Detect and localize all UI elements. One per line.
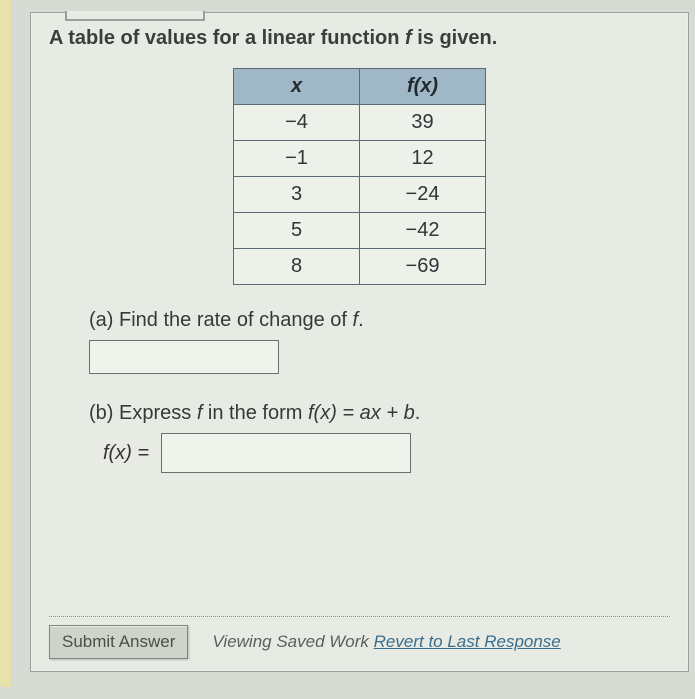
- cell-fx: −69: [360, 249, 486, 285]
- part-b-suffix: .: [415, 402, 421, 424]
- problem-prompt: A table of values for a linear function …: [49, 27, 670, 50]
- prompt-fvar: f: [405, 27, 412, 49]
- prompt-prefix: A table of values for a linear function: [49, 27, 405, 49]
- left-margin-stripe: [0, 0, 28, 687]
- footer-bar: Submit Answer Viewing Saved Work Revert …: [49, 616, 670, 659]
- table-row: −1 12: [234, 141, 486, 177]
- part-b-prefix: (b) Express: [89, 402, 197, 424]
- part-b-answer-input[interactable]: [161, 433, 411, 473]
- part-b-mid: in the form: [202, 402, 308, 424]
- col-header-x: x: [234, 69, 360, 105]
- part-a-answer-input[interactable]: [89, 340, 279, 374]
- part-a: (a) Find the rate of change of f.: [89, 309, 670, 374]
- part-a-suffix: .: [358, 309, 364, 331]
- cell-fx: −24: [360, 177, 486, 213]
- cell-fx: −42: [360, 213, 486, 249]
- part-b-form: f(x) = ax + b: [308, 402, 415, 424]
- problem-container: A table of values for a linear function …: [30, 12, 689, 672]
- table-row: 5 −42: [234, 213, 486, 249]
- cell-x: 5: [234, 213, 360, 249]
- part-b: (b) Express f in the form f(x) = ax + b.…: [89, 402, 670, 473]
- cell-x: −4: [234, 105, 360, 141]
- table-row: 8 −69: [234, 249, 486, 285]
- submit-answer-button[interactable]: Submit Answer: [49, 625, 188, 659]
- part-b-label: (b) Express f in the form f(x) = ax + b.: [89, 402, 670, 425]
- table-row: −4 39: [234, 105, 486, 141]
- cell-fx: 39: [360, 105, 486, 141]
- cell-x: −1: [234, 141, 360, 177]
- col-header-fx: f(x): [360, 69, 486, 105]
- values-table: x f(x) −4 39 −1 12 3 −24 5 −42 8: [233, 68, 486, 285]
- part-b-equation-line: f(x) =: [103, 433, 670, 473]
- cell-x: 3: [234, 177, 360, 213]
- cell-x: 8: [234, 249, 360, 285]
- table-row: 3 −24: [234, 177, 486, 213]
- saved-work-notice: Viewing Saved Work Revert to Last Respon…: [212, 632, 560, 652]
- part-a-label: (a) Find the rate of change of f.: [89, 309, 670, 332]
- prompt-suffix: is given.: [412, 27, 498, 49]
- saved-work-prefix: Viewing Saved Work: [212, 632, 373, 651]
- part-b-lhs: f(x) =: [103, 442, 149, 465]
- tab-stub: [65, 11, 205, 21]
- cell-fx: 12: [360, 141, 486, 177]
- table-header-row: x f(x): [234, 69, 486, 105]
- part-a-prefix: (a) Find the rate of change of: [89, 309, 353, 331]
- revert-link[interactable]: Revert to Last Response: [374, 632, 561, 651]
